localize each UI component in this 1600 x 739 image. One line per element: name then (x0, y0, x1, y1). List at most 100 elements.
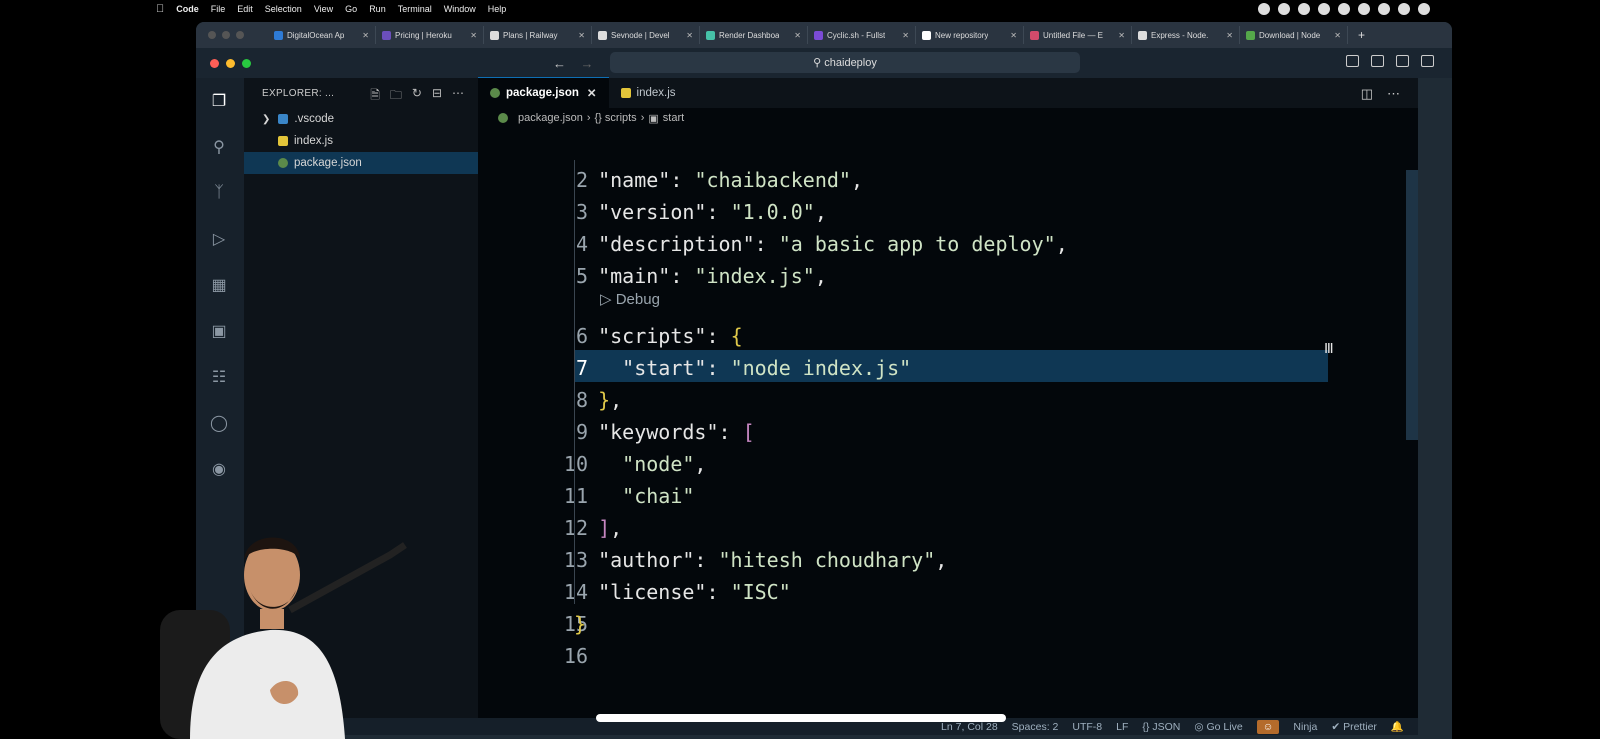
browser-tab[interactable]: Render Dashboa ✕ (700, 26, 808, 44)
customize-layout-icon[interactable] (1421, 55, 1434, 67)
remote-explorer-icon[interactable]: ▣ (208, 320, 230, 342)
copilot-icon[interactable]: ☺ (1256, 719, 1280, 734)
editor-scrollbar[interactable] (1406, 170, 1418, 440)
code-line[interactable]: 4 "description": "a basic app to deploy"… (478, 228, 1418, 260)
close-icon[interactable]: ✕ (794, 31, 801, 40)
code-line[interactable]: 15} (478, 608, 1418, 640)
cursor-position[interactable]: Ln 7, Col 28 (941, 721, 998, 733)
menu-run[interactable]: Run (369, 4, 386, 14)
code-line[interactable]: 2 "name": "chaibackend", (478, 164, 1418, 196)
maximize-window-icon[interactable] (242, 58, 251, 68)
apple-icon[interactable]:  (156, 3, 164, 15)
code-line[interactable]: 9 "keywords": [ (478, 416, 1418, 448)
browser-tab[interactable]: New repository ✕ (916, 26, 1024, 44)
browser-tab[interactable]: Untitled File — E ✕ (1024, 26, 1132, 44)
code-line[interactable]: 12 ], (478, 512, 1418, 544)
browser-tab[interactable]: Plans | Railway ✕ (484, 26, 592, 44)
close-icon[interactable]: ✕ (902, 31, 909, 40)
status-icon[interactable] (1418, 3, 1430, 15)
code-line[interactable]: 14 "license": "ISC" (478, 576, 1418, 608)
code-line[interactable]: 16 (478, 640, 1418, 672)
minimize-window-icon[interactable] (226, 58, 235, 68)
menu-app[interactable]: Code (176, 4, 199, 14)
close-icon[interactable]: ✕ (1334, 31, 1341, 40)
tree-file-indexjs[interactable]: index.js (244, 130, 478, 152)
close-window-icon[interactable] (210, 58, 219, 68)
tab-package-json[interactable]: package.json ✕ (478, 77, 609, 108)
browser-tab[interactable]: DigitalOcean Ap ✕ (268, 26, 376, 44)
code-line[interactable]: 3 "version": "1.0.0", (478, 196, 1418, 228)
new-file-icon[interactable]: 🗎 (370, 86, 380, 107)
code-line[interactable]: 8 }, (478, 384, 1418, 416)
explorer-icon[interactable]: ❐ (208, 90, 230, 112)
menu-terminal[interactable]: Terminal (398, 4, 432, 14)
search-icon[interactable]: ⚲ (208, 136, 230, 158)
code-line[interactable]: 11 "chai" (478, 480, 1418, 512)
split-editor-icon[interactable]: ◫ (1361, 86, 1373, 102)
new-tab-icon[interactable]: + (1358, 28, 1365, 42)
run-debug-icon[interactable]: ▷ (208, 228, 230, 250)
docker-icon[interactable]: ☷ (208, 366, 230, 388)
browser-tab[interactable]: Pricing | Heroku ✕ (376, 26, 484, 44)
breadcrumb-item[interactable]: start (663, 112, 684, 124)
status-icon[interactable] (1358, 3, 1370, 15)
toggle-panel-icon[interactable] (1371, 55, 1384, 67)
close-icon[interactable]: ✕ (362, 31, 369, 40)
collapse-all-icon[interactable]: ⊟ (432, 86, 442, 107)
status-icon[interactable] (1298, 3, 1310, 15)
status-icon[interactable] (1338, 3, 1350, 15)
browser-tab[interactable]: Sevnode | Devel ✕ (592, 26, 700, 44)
code-line[interactable]: 13 "author": "hitesh choudhary", (478, 544, 1418, 576)
extensions-icon[interactable]: ▦ (208, 274, 230, 296)
bell-icon[interactable]: 🔔 (1391, 720, 1404, 733)
code-line[interactable]: 6 "scripts": { (478, 320, 1418, 352)
github-icon[interactable]: ◯ (208, 412, 230, 434)
close-icon[interactable]: ✕ (578, 31, 585, 40)
browser-tab[interactable]: Download | Node ✕ (1240, 26, 1348, 44)
status-icon[interactable] (1318, 3, 1330, 15)
menu-edit[interactable]: Edit (237, 4, 253, 14)
code-line[interactable]: 10 "node", (478, 448, 1418, 480)
browser-tab[interactable]: Cyclic.sh - Fullst ✕ (808, 26, 916, 44)
close-icon[interactable]: ✕ (587, 86, 597, 100)
close-icon[interactable]: ✕ (1010, 31, 1017, 40)
menu-file[interactable]: File (211, 4, 226, 14)
status-icon[interactable] (1378, 3, 1390, 15)
language-mode[interactable]: {} JSON (1142, 721, 1180, 733)
breadcrumb-item[interactable]: package.json (518, 112, 583, 124)
refresh-icon[interactable]: ↻ (412, 86, 422, 107)
browser-tab[interactable]: Express - Node. ✕ (1132, 26, 1240, 44)
code-line[interactable]: 5 "main": "index.js", (478, 260, 1418, 292)
toggle-secondary-sidebar-icon[interactable] (1396, 55, 1409, 67)
command-center[interactable]: ⚲ chaideploy (610, 52, 1080, 73)
go-live[interactable]: Go Live (1207, 721, 1243, 733)
menu-go[interactable]: Go (345, 4, 357, 14)
toggle-sidebar-icon[interactable] (1346, 55, 1359, 67)
more-icon[interactable]: ⋯ (452, 86, 464, 107)
tab-index-js[interactable]: index.js (609, 78, 688, 108)
back-arrow-icon[interactable]: ← (553, 56, 566, 71)
forward-arrow-icon[interactable]: → (580, 56, 593, 71)
ninja[interactable]: Ninja (1293, 721, 1317, 733)
status-icon[interactable] (1258, 3, 1270, 15)
close-icon[interactable]: ✕ (686, 31, 693, 40)
prettier[interactable]: ✔ Prettier (1331, 721, 1377, 733)
extension-icon[interactable]: ◉ (208, 458, 230, 480)
tree-folder-vscode[interactable]: ❯ .vscode (244, 108, 478, 130)
source-control-icon[interactable]: ᛉ (208, 182, 230, 204)
end-of-line[interactable]: LF (1116, 721, 1128, 733)
close-icon[interactable]: ✕ (470, 31, 477, 40)
close-icon[interactable]: ✕ (1226, 31, 1233, 40)
tree-file-packagejson[interactable]: package.json (244, 152, 478, 174)
breadcrumb-item[interactable]: {} scripts (595, 112, 637, 124)
close-icon[interactable]: ✕ (1118, 31, 1125, 40)
encoding[interactable]: UTF-8 (1072, 721, 1102, 733)
indentation[interactable]: Spaces: 2 (1012, 721, 1059, 733)
more-actions-icon[interactable]: ⋯ (1387, 86, 1400, 102)
status-icon[interactable] (1278, 3, 1290, 15)
menu-selection[interactable]: Selection (265, 4, 302, 14)
status-icon[interactable] (1398, 3, 1410, 15)
new-folder-icon[interactable]: 🗀 (390, 86, 402, 107)
debug-codelens[interactable]: ▷ Debug (600, 290, 660, 308)
menu-help[interactable]: Help (488, 4, 507, 14)
